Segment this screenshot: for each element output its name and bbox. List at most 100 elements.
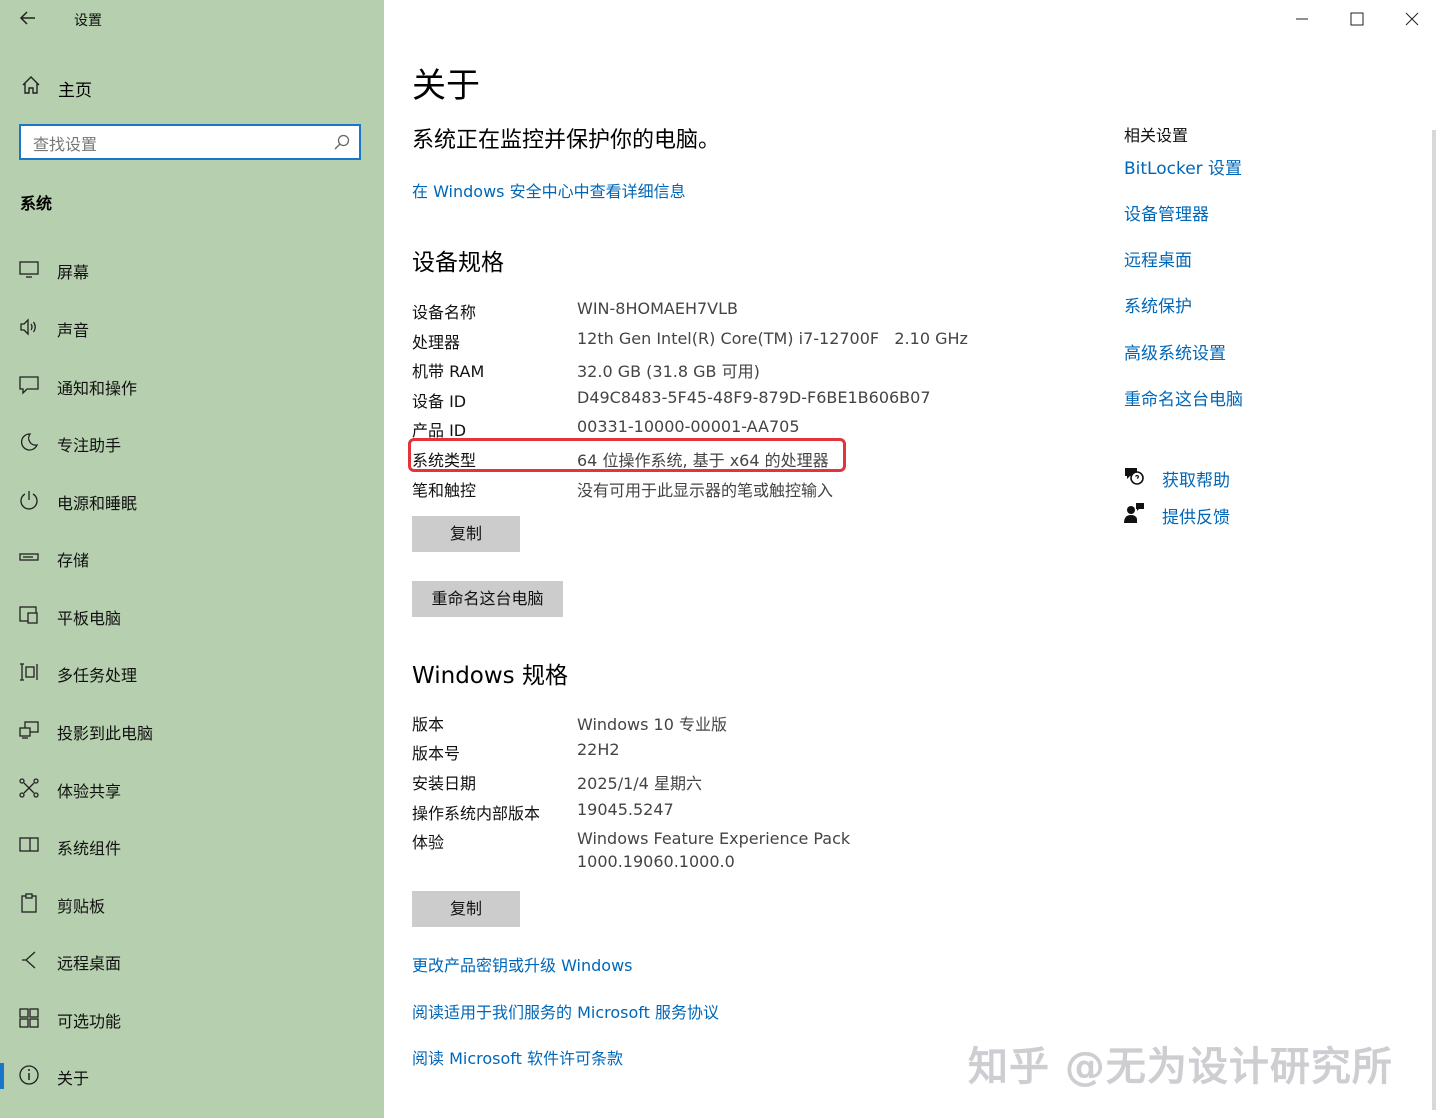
sidebar-item-display[interactable]: 屏幕 bbox=[0, 249, 384, 289]
change-product-key-link[interactable]: 更改产品密钥或升级 Windows bbox=[412, 952, 633, 976]
spec-key: 版本 bbox=[412, 715, 445, 734]
multitask-icon bbox=[18, 661, 40, 683]
watermark: 知乎 @无为设计研究所 bbox=[968, 1044, 1393, 1090]
sidebar-item-remote-desktop[interactable]: 远程桌面 bbox=[0, 940, 384, 980]
spec-value: 没有可用于此显示器的笔或触控输入 bbox=[577, 481, 834, 500]
search-box[interactable] bbox=[19, 124, 361, 160]
copy-device-spec-button[interactable]: 复制 bbox=[412, 516, 520, 552]
clipboard-icon bbox=[18, 892, 40, 914]
search-input[interactable] bbox=[31, 132, 325, 156]
spec-key: 版本号 bbox=[412, 744, 461, 763]
sidebar-item-label: 体验共享 bbox=[57, 782, 122, 801]
get-help-link[interactable]: 获取帮助 bbox=[1162, 466, 1230, 491]
spec-value: WIN-8HOMAEH7VLB bbox=[577, 299, 738, 318]
sidebar-item-tablet[interactable]: 平板电脑 bbox=[0, 595, 384, 635]
info-icon bbox=[18, 1064, 40, 1086]
spec-key: 机带 RAM bbox=[412, 362, 485, 381]
speaker-icon bbox=[18, 316, 40, 338]
sidebar-item-notifications[interactable]: 通知和操作 bbox=[0, 365, 384, 405]
search-icon[interactable] bbox=[333, 133, 351, 151]
advanced-system-settings-link[interactable]: 高级系统设置 bbox=[1124, 339, 1226, 364]
spec-key: 处理器 bbox=[412, 333, 461, 352]
sidebar-item-optional-features[interactable]: 可选功能 bbox=[0, 998, 384, 1038]
storage-icon bbox=[18, 546, 40, 568]
spec-value: 00331-10000-00001-AA705 bbox=[577, 417, 800, 436]
scrollbar[interactable] bbox=[1432, 130, 1436, 1110]
sidebar-item-storage[interactable]: 存储 bbox=[0, 537, 384, 577]
spec-key: 设备名称 bbox=[412, 303, 477, 322]
notification-icon bbox=[18, 374, 40, 396]
page-title: 关于 bbox=[412, 66, 480, 106]
license-terms-link[interactable]: 阅读 Microsoft 软件许可条款 bbox=[412, 1045, 623, 1069]
home-icon bbox=[20, 74, 42, 96]
sidebar-item-clipboard[interactable]: 剪贴板 bbox=[0, 883, 384, 923]
sidebar-item-focus-assist[interactable]: 专注助手 bbox=[0, 422, 384, 462]
tablet-icon bbox=[18, 604, 40, 626]
spec-value: 12th Gen Intel(R) Core(TM) i7-12700F 2.1… bbox=[577, 329, 968, 348]
sidebar-item-label: 屏幕 bbox=[57, 263, 90, 282]
sidebar-item-project[interactable]: 投影到此电脑 bbox=[0, 710, 384, 750]
share-icon bbox=[18, 777, 40, 799]
sidebar-item-label: 投影到此电脑 bbox=[57, 724, 154, 743]
sidebar-item-label: 远程桌面 bbox=[57, 954, 122, 973]
features-icon bbox=[18, 1007, 40, 1029]
project-icon bbox=[18, 719, 40, 741]
sidebar-item-label: 系统组件 bbox=[57, 839, 122, 858]
sidebar-item-label: 电源和睡眠 bbox=[57, 494, 138, 513]
give-feedback-link[interactable]: 提供反馈 bbox=[1162, 503, 1230, 528]
maximize-icon[interactable] bbox=[1337, 4, 1377, 34]
related-settings-heading: 相关设置 bbox=[1124, 126, 1189, 145]
minimize-icon[interactable] bbox=[1282, 4, 1322, 34]
windows-spec-heading: Windows 规格 bbox=[412, 663, 568, 689]
close-icon[interactable] bbox=[1392, 4, 1432, 34]
sidebar-item-shared-experiences[interactable]: 体验共享 bbox=[0, 768, 384, 808]
feedback-icon bbox=[1123, 502, 1145, 524]
device-spec-heading: 设备规格 bbox=[412, 250, 504, 276]
remote-desktop-link[interactable]: 远程桌面 bbox=[1124, 246, 1192, 271]
spec-key: 安装日期 bbox=[412, 774, 477, 793]
display-icon bbox=[18, 258, 40, 280]
bitlocker-link[interactable]: BitLocker 设置 bbox=[1124, 154, 1242, 179]
sidebar-item-label: 存储 bbox=[57, 551, 90, 570]
spec-value: Windows 10 专业版 bbox=[577, 715, 727, 734]
sidebar-section-title: 系统 bbox=[20, 194, 53, 213]
sidebar-item-label: 可选功能 bbox=[57, 1012, 122, 1031]
spec-value: Windows Feature Experience Pack bbox=[577, 829, 851, 848]
rename-pc-link[interactable]: 重命名这台电脑 bbox=[1124, 385, 1243, 410]
sidebar: 设置 主页 系统 屏幕 声音 通知和操作 专注助手 电源和睡眠 存储 平板 bbox=[0, 0, 384, 1118]
back-arrow-icon[interactable] bbox=[18, 8, 40, 30]
security-center-link[interactable]: 在 Windows 安全中心中查看详细信息 bbox=[412, 178, 686, 202]
sidebar-item-label: 多任务处理 bbox=[57, 666, 138, 685]
sidebar-item-label: 专注助手 bbox=[57, 436, 122, 455]
help-chat-icon bbox=[1123, 465, 1145, 487]
power-icon bbox=[18, 489, 40, 511]
sidebar-item-label: 关于 bbox=[57, 1069, 90, 1088]
spec-value-continued: 1000.19060.1000.0 bbox=[577, 852, 735, 871]
remote-icon bbox=[18, 949, 40, 971]
copy-windows-spec-button[interactable]: 复制 bbox=[412, 891, 520, 927]
sidebar-item-system-components[interactable]: 系统组件 bbox=[0, 825, 384, 865]
sidebar-item-label: 声音 bbox=[57, 321, 90, 340]
spec-value: D49C8483-5F45-48F9-879D-F6BE1B606B07 bbox=[577, 388, 931, 407]
protection-status: 系统正在监控并保护你的电脑。 bbox=[412, 128, 721, 153]
sidebar-item-power[interactable]: 电源和睡眠 bbox=[0, 480, 384, 520]
system-protection-link[interactable]: 系统保护 bbox=[1124, 292, 1192, 317]
sidebar-item-multitasking[interactable]: 多任务处理 bbox=[0, 652, 384, 692]
nav-home-label: 主页 bbox=[58, 81, 92, 101]
components-icon bbox=[18, 834, 40, 856]
rename-pc-button[interactable]: 重命名这台电脑 bbox=[412, 581, 563, 617]
sidebar-item-label: 通知和操作 bbox=[57, 379, 138, 398]
service-agreement-link[interactable]: 阅读适用于我们服务的 Microsoft 服务协议 bbox=[412, 999, 719, 1023]
device-manager-link[interactable]: 设备管理器 bbox=[1124, 200, 1209, 225]
spec-key: 笔和触控 bbox=[412, 481, 477, 500]
moon-icon bbox=[18, 431, 40, 453]
window-title: 设置 bbox=[74, 13, 102, 29]
sidebar-item-sound[interactable]: 声音 bbox=[0, 307, 384, 347]
nav-home[interactable]: 主页 bbox=[18, 72, 368, 102]
spec-value: 32.0 GB (31.8 GB 可用) bbox=[577, 362, 760, 381]
spec-key: 体验 bbox=[412, 833, 445, 852]
system-type-highlight bbox=[408, 438, 846, 472]
spec-value: 19045.5247 bbox=[577, 800, 674, 819]
sidebar-item-about[interactable]: 关于 bbox=[0, 1055, 384, 1095]
sidebar-item-label: 剪贴板 bbox=[57, 897, 106, 916]
